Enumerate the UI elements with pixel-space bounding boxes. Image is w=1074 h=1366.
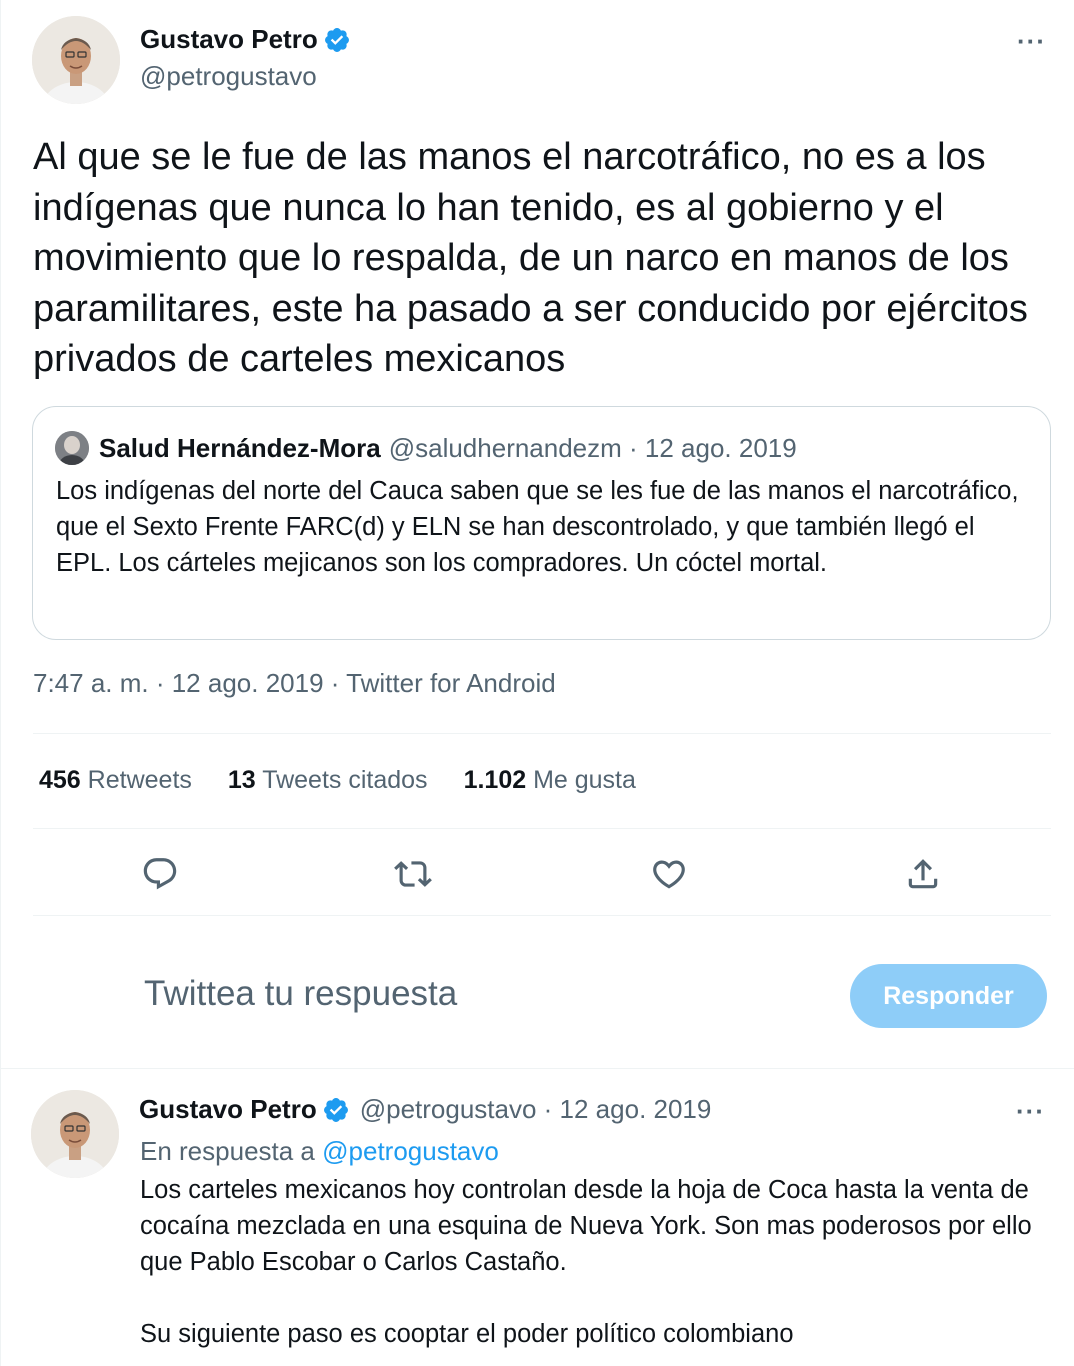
tweet-timestamp[interactable]: 7:47 a. m. · 12 ago. 2019 · Twitter for … <box>33 668 556 699</box>
reply-input[interactable]: Twittea tu respuesta <box>144 974 457 1014</box>
profile-photo-icon <box>32 16 120 104</box>
quoted-tweet-header: Salud Hernández-Mora @saludhernandezm · … <box>55 431 797 465</box>
in-reply-prefix: En respuesta a <box>140 1136 315 1166</box>
verified-badge-icon <box>323 26 351 54</box>
reply-author-meta[interactable]: @petrogustavo · 12 ago. 2019 <box>360 1094 712 1125</box>
quoted-tweet[interactable]: Salud Hernández-Mora @saludhernandezm · … <box>32 406 1051 640</box>
reply-submit-button[interactable]: Responder <box>850 964 1047 1028</box>
author-name-row[interactable]: Gustavo Petro <box>140 24 351 55</box>
quoted-author-meta: @saludhernandezm · 12 ago. 2019 <box>388 432 797 463</box>
tweet-text: Al que se le fue de las manos el narcotr… <box>33 136 1028 380</box>
more-options-icon[interactable]: ··· <box>1016 1096 1045 1127</box>
share-button[interactable] <box>901 852 945 896</box>
likes-stat[interactable]: 1.102 Me gusta <box>464 766 636 795</box>
retweets-label: Retweets <box>87 766 192 794</box>
share-icon <box>908 859 938 889</box>
quoted-author-avatar <box>55 431 89 465</box>
main-tweet: Gustavo Petro @petrogustavo ··· Al que s… <box>0 0 1074 1068</box>
quotes-label: Tweets citados <box>262 766 428 794</box>
reply-tweet-text: Los carteles mexicanos hoy controlan des… <box>140 1176 1032 1348</box>
like-button[interactable] <box>647 852 691 896</box>
author-avatar[interactable] <box>32 16 120 104</box>
quoted-profile-photo-icon <box>55 431 89 465</box>
quotes-count: 13 <box>227 766 256 794</box>
author-handle[interactable]: @petrogustavo <box>140 61 317 92</box>
retweets-stat[interactable]: 456 Retweets <box>39 766 192 795</box>
tweet-stats: 456 Retweets 13 Tweets citados 1.102 Me … <box>39 766 672 795</box>
quotes-stat[interactable]: 13 Tweets citados <box>228 766 428 795</box>
retweet-icon <box>394 861 432 887</box>
divider <box>33 733 1051 734</box>
profile-photo-icon <box>31 1090 119 1178</box>
like-icon <box>653 860 685 889</box>
quoted-tweet-text: Los indígenas del norte del Cauca saben … <box>56 477 1019 577</box>
author-name[interactable]: Gustavo Petro <box>140 24 318 55</box>
likes-label: Me gusta <box>533 766 636 794</box>
reply-author-name[interactable]: Gustavo Petro <box>139 1094 317 1125</box>
quoted-author-name: Salud Hernández-Mora <box>99 432 381 463</box>
reply-author-avatar[interactable] <box>31 1090 119 1178</box>
retweet-button[interactable] <box>391 852 435 896</box>
in-reply-handle-link[interactable]: @petrogustavo <box>322 1136 499 1166</box>
verified-badge-icon <box>322 1096 350 1124</box>
divider <box>33 828 1051 829</box>
more-options-icon[interactable]: ··· <box>1017 26 1046 57</box>
reply-button[interactable] <box>138 852 182 896</box>
reply-icon <box>143 858 177 890</box>
likes-count: 1.102 <box>463 766 527 794</box>
author-handle-row: @petrogustavo <box>140 61 317 92</box>
divider <box>33 915 1051 916</box>
reply-author-row: Gustavo Petro @petrogustavo · 12 ago. 20… <box>139 1094 711 1125</box>
retweets-count: 456 <box>39 766 81 794</box>
in-reply-to: En respuesta a @petrogustavo <box>140 1136 499 1167</box>
